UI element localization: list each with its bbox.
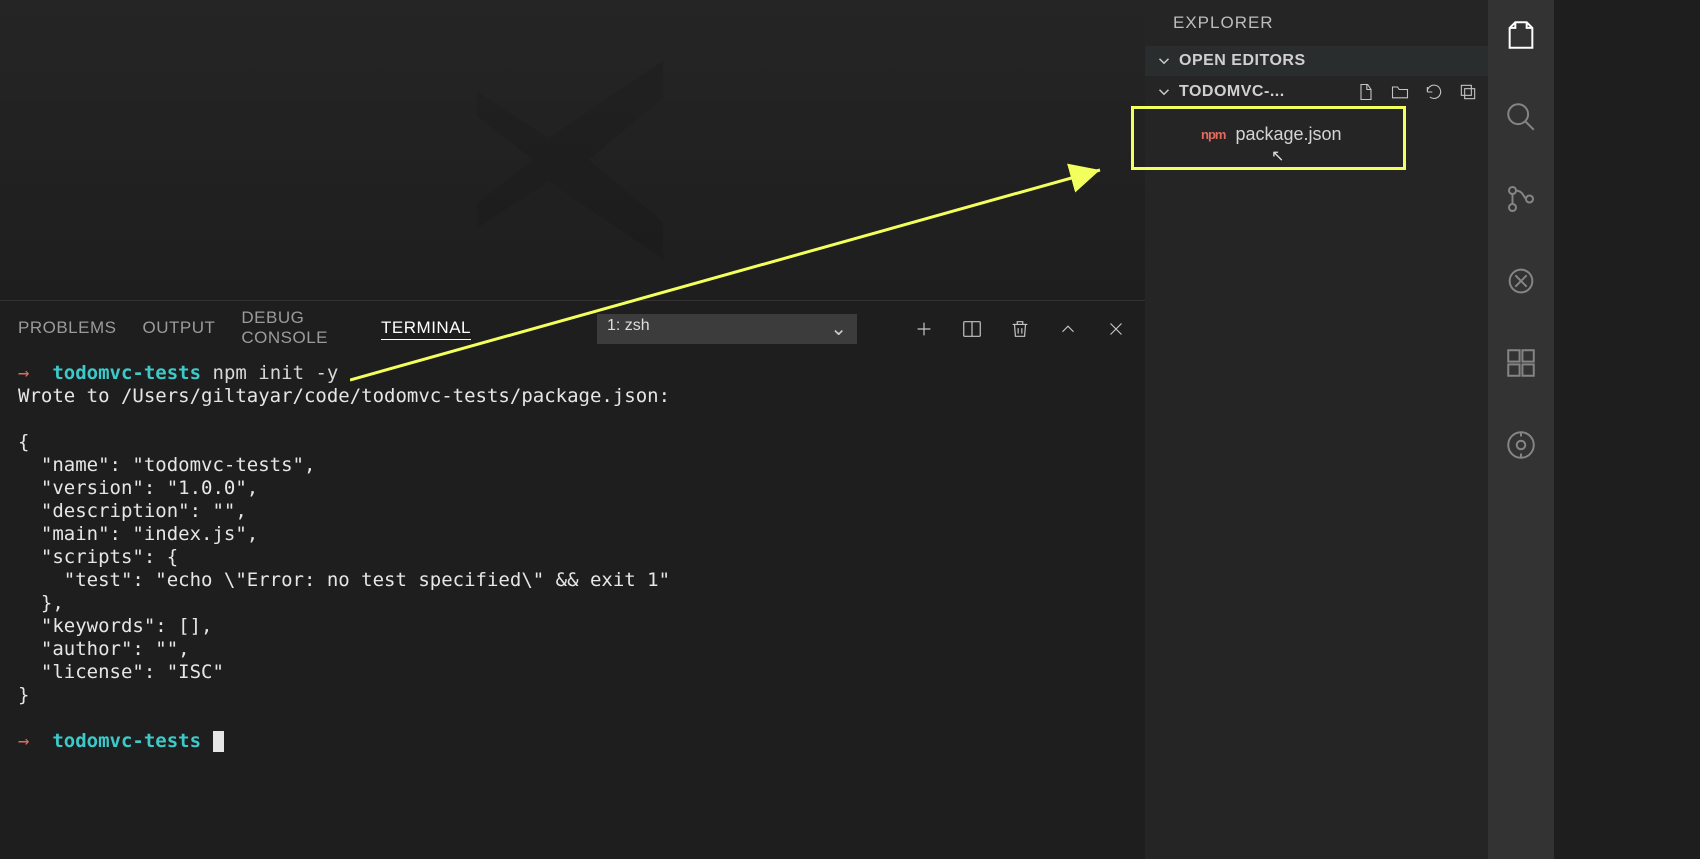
main-column: PROBLEMS OUTPUT DEBUG CONSOLE TERMINAL 1… (0, 0, 1145, 859)
close-panel-icon[interactable] (1105, 318, 1127, 340)
explorer-sidebar: EXPLORER OPEN EDITORS TODOMVC-... npm pa… (1145, 0, 1488, 859)
file-name: package.json (1235, 124, 1341, 145)
activity-search-icon[interactable] (1504, 100, 1538, 134)
chevron-down-icon (1155, 83, 1173, 101)
terminal-output: Wrote to /Users/giltayar/code/todomvc-te… (18, 385, 670, 706)
project-name: TODOMVC-... (1179, 83, 1285, 101)
activity-source-control-icon[interactable] (1504, 182, 1538, 216)
panel-tab-bar: PROBLEMS OUTPUT DEBUG CONSOLE TERMINAL 1… (0, 300, 1145, 356)
terminal-cwd-2: todomvc-tests (52, 730, 201, 752)
kill-terminal-icon[interactable] (1009, 318, 1031, 340)
activity-gitlens-icon[interactable] (1504, 428, 1538, 462)
maximize-panel-icon[interactable] (1057, 318, 1079, 340)
activity-debug-icon[interactable] (1504, 264, 1538, 298)
split-terminal-icon[interactable] (961, 318, 983, 340)
chevron-down-icon (1155, 52, 1173, 70)
editor-empty-area (0, 0, 1145, 300)
activity-bar (1488, 0, 1554, 859)
terminal-cursor (213, 731, 224, 752)
explorer-title: EXPLORER (1145, 0, 1488, 46)
tab-problems[interactable]: PROBLEMS (18, 318, 116, 339)
activity-explorer-icon[interactable] (1504, 18, 1538, 52)
terminal-shell-selector[interactable]: 1: zsh (597, 314, 857, 344)
vscode-watermark-icon (440, 0, 750, 295)
shell-selected-value[interactable]: 1: zsh (597, 314, 857, 344)
tab-output[interactable]: OUTPUT (142, 318, 215, 339)
terminal-content[interactable]: → todomvc-tests npm init -y Wrote to /Us… (0, 356, 1145, 859)
mouse-cursor-icon: ↖ (1271, 146, 1284, 166)
new-terminal-icon[interactable] (913, 318, 935, 340)
open-editors-label: OPEN EDITORS (1179, 52, 1306, 70)
terminal-cwd: todomvc-tests (52, 362, 201, 384)
refresh-icon[interactable] (1424, 82, 1444, 102)
tab-terminal[interactable]: TERMINAL (381, 318, 471, 340)
npm-file-icon: npm (1201, 127, 1225, 142)
new-folder-icon[interactable] (1390, 82, 1410, 102)
project-section[interactable]: TODOMVC-... (1145, 76, 1488, 108)
collapse-all-icon[interactable] (1458, 82, 1478, 102)
tab-debug-console[interactable]: DEBUG CONSOLE (241, 308, 355, 349)
open-editors-section[interactable]: OPEN EDITORS (1145, 46, 1488, 76)
file-package-json[interactable]: npm package.json (1159, 114, 1474, 171)
new-file-icon[interactable] (1356, 82, 1376, 102)
activity-extensions-icon[interactable] (1504, 346, 1538, 380)
terminal-command: npm init -y (213, 362, 339, 384)
